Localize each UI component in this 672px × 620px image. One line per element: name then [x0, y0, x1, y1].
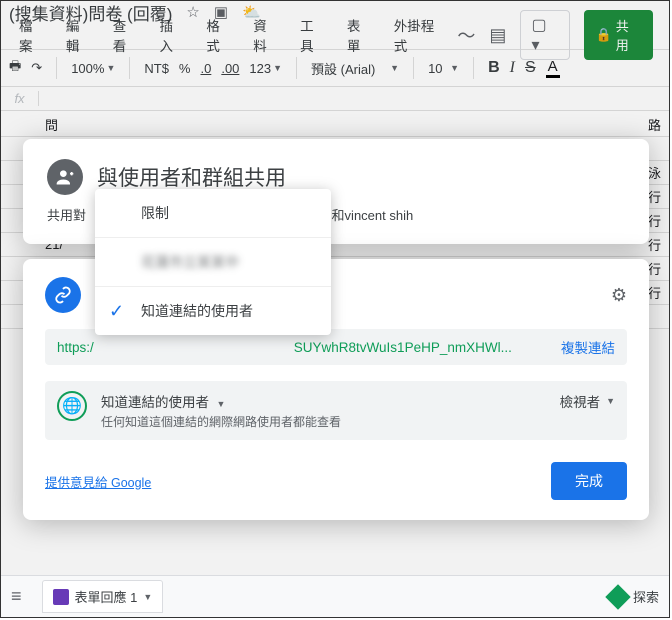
scope-option-anyone[interactable]: ✓ 知道連結的使用者 — [95, 287, 331, 335]
person-add-icon — [47, 159, 83, 195]
link-icon — [45, 277, 81, 313]
share-url[interactable]: https:/SUYwhR8tvWuIs1PeHP_nmXHWl... — [57, 340, 549, 355]
scope-dropdown: 限制 花蓮市立某某中 ✓ 知道連結的使用者 — [95, 189, 331, 335]
copy-link-button[interactable]: 複製連結 — [561, 337, 615, 357]
sheet-tab[interactable]: 表單回應 1 ▼ — [42, 580, 164, 613]
scope-option-restricted[interactable]: 限制 — [95, 189, 331, 238]
scope-option-org[interactable]: 花蓮市立某某中 — [95, 238, 331, 287]
form-icon — [53, 589, 69, 605]
scope-select[interactable]: 知道連結的使用者 ▼ — [101, 391, 341, 411]
all-sheets-icon[interactable]: ≡ — [11, 586, 22, 607]
explore-button[interactable]: 探索 — [609, 587, 659, 606]
scope-description: 任何知道這個連結的網際網路使用者都能查看 — [101, 413, 341, 430]
share-dialog-title: 與使用者和群組共用 — [97, 162, 286, 192]
feedback-link[interactable]: 提供意見給 Google — [45, 472, 151, 491]
done-button[interactable]: 完成 — [551, 462, 627, 500]
gear-icon[interactable]: ⚙ — [611, 285, 627, 306]
explore-icon — [605, 584, 630, 609]
chevron-down-icon[interactable]: ▼ — [143, 592, 152, 602]
globe-icon: 🌐 — [57, 391, 87, 421]
role-select[interactable]: 檢視者 ▼ — [560, 391, 615, 411]
check-icon: ✓ — [109, 301, 124, 322]
sheet-tab-bar: ≡ 表單回應 1 ▼ 探索 — [1, 575, 669, 617]
